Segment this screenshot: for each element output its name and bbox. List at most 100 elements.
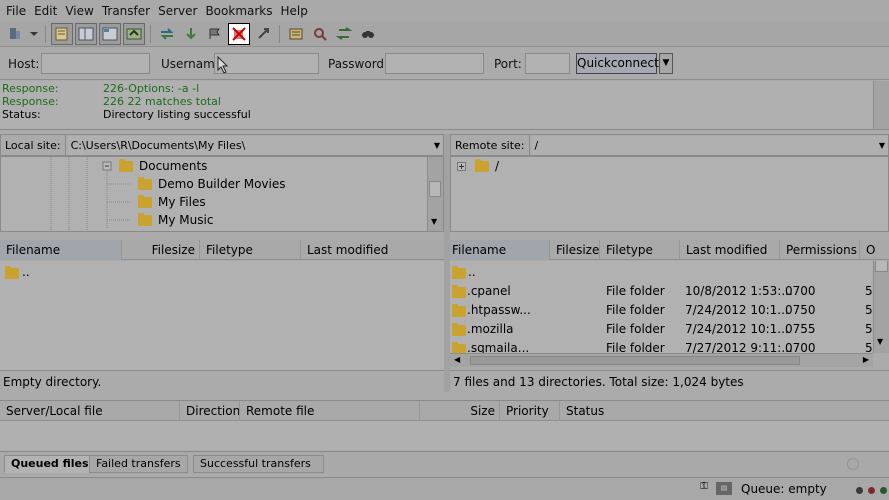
log-scrollbar[interactable] — [873, 81, 889, 129]
scroll-right-icon[interactable]: ▶ — [863, 355, 869, 364]
search-remote-icon[interactable] — [357, 23, 379, 45]
folder-icon — [138, 194, 152, 208]
tree-node-my-files[interactable]: My Files — [138, 193, 206, 211]
pane-splitter[interactable] — [444, 134, 450, 392]
disconnect-icon[interactable] — [228, 22, 250, 45]
table-row[interactable]: .. — [0, 263, 444, 282]
queue-status: Queue: empty — [741, 482, 827, 496]
menu-view[interactable]: View — [63, 4, 99, 18]
remote-list-scrollbar[interactable]: ▼ — [873, 261, 889, 353]
scrollbar-thumb[interactable] — [470, 356, 800, 365]
chevron-down-icon[interactable]: ▼ — [879, 141, 885, 150]
toggle-queue-icon[interactable] — [123, 22, 145, 45]
file-modified: 7/24/2012 10:1... — [685, 322, 789, 336]
column-last-modified[interactable]: Last modified — [301, 240, 444, 260]
scroll-down-icon[interactable]: ▼ — [877, 337, 883, 346]
column-permissions[interactable]: Permissions — [780, 240, 860, 260]
column-owner[interactable]: O — [860, 240, 889, 260]
toolbar-separator — [279, 24, 280, 43]
scrollbar-thumb[interactable] — [875, 261, 888, 272]
quickconnect-dropdown-icon[interactable]: ▼ — [659, 53, 673, 74]
file-modified: 7/27/2012 9:11:... — [685, 341, 793, 353]
folder-icon — [475, 158, 489, 172]
queue-tabs: Queued files Failed transfers Successful… — [0, 451, 889, 475]
tree-node-my-music[interactable]: My Music — [138, 211, 213, 229]
local-path-combo[interactable]: C:\Users\R\Documents\My Files\ ▼ — [67, 135, 443, 155]
column-last-modified[interactable]: Last modified — [680, 240, 780, 260]
file-permissions: 0700 — [785, 341, 816, 353]
remote-tree: / — [450, 156, 889, 232]
led-icon — [880, 487, 887, 494]
toggle-log-icon[interactable] — [51, 22, 73, 45]
menu-edit[interactable]: Edit — [32, 4, 63, 18]
remote-site-bar: Remote site: / ▼ — [450, 134, 889, 156]
process-queue-icon[interactable] — [180, 23, 202, 45]
reconnect-icon[interactable] — [252, 23, 274, 45]
column-filesize[interactable]: Filesize — [550, 240, 600, 260]
tree-node-documents[interactable]: Documents — [119, 157, 207, 175]
menu-transfer[interactable]: Transfer — [100, 4, 156, 18]
column-remote-file[interactable]: Remote file — [240, 401, 420, 421]
cancel-icon[interactable] — [204, 23, 226, 45]
quickconnect-button[interactable]: Quickconnect — [576, 53, 659, 74]
scroll-left-icon[interactable]: ◀ — [454, 355, 460, 364]
column-filesize[interactable]: Filesize — [122, 240, 200, 260]
toolbar-separator — [150, 24, 151, 43]
table-row[interactable]: .. — [450, 263, 872, 282]
port-input[interactable] — [525, 53, 570, 74]
folder-icon — [452, 342, 466, 353]
tree-node-label: My Files — [158, 195, 206, 209]
expand-icon[interactable] — [457, 162, 467, 172]
toggle-local-tree-icon[interactable] — [75, 22, 97, 45]
password-label: Password: — [328, 57, 389, 71]
remote-horizontal-scrollbar[interactable]: ◀ ▶ — [450, 353, 873, 367]
speed-limit-icon[interactable]: ▤ — [716, 482, 732, 495]
menu-server[interactable]: Server — [156, 4, 203, 18]
column-priority[interactable]: Priority — [500, 401, 560, 421]
scroll-down-icon[interactable]: ▼ — [431, 217, 437, 226]
remote-site-label: Remote site: — [451, 135, 530, 155]
tab-failed-transfers[interactable]: Failed transfers — [89, 455, 188, 473]
filezilla-window: File Edit View Transfer Server Bookmarks… — [0, 0, 889, 500]
table-row[interactable]: .mozilla File folder 7/24/2012 10:1... 0… — [450, 320, 873, 339]
column-filetype[interactable]: Filetype — [200, 240, 301, 260]
compare-directories-icon[interactable] — [309, 23, 331, 45]
chevron-down-icon[interactable]: ▼ — [434, 141, 440, 150]
local-tree-scrollbar[interactable]: ▼ — [427, 157, 443, 231]
column-status[interactable]: Status — [560, 401, 889, 421]
site-manager-icon[interactable] — [4, 23, 26, 45]
username-input[interactable] — [214, 53, 319, 74]
column-filename[interactable]: Filename — [0, 240, 122, 260]
password-input[interactable] — [385, 53, 484, 74]
menu-bookmarks[interactable]: Bookmarks — [203, 4, 278, 18]
sync-browsing-icon[interactable] — [333, 23, 355, 45]
log-text: Directory listing successful — [103, 108, 251, 121]
tree-node-label: My Music — [158, 213, 214, 227]
host-input[interactable] — [41, 53, 150, 74]
toggle-remote-tree-icon[interactable] — [99, 22, 121, 45]
dropdown-arrow-icon[interactable] — [28, 23, 40, 45]
column-direction[interactable]: Direction — [180, 401, 240, 421]
scrollbar-thumb[interactable] — [429, 181, 441, 197]
refresh-icon[interactable] — [156, 23, 178, 45]
table-row[interactable]: .cpanel File folder 10/8/2012 1:53:... 0… — [450, 282, 873, 301]
menu-help[interactable]: Help — [279, 4, 314, 18]
folder-icon — [138, 176, 152, 190]
table-row[interactable]: .htpassw... File folder 7/24/2012 10:1..… — [450, 301, 873, 320]
directory-listing-filters-icon[interactable] — [285, 23, 307, 45]
file-name: .htpassw... — [467, 303, 531, 317]
column-filetype[interactable]: Filetype — [600, 240, 680, 260]
column-server-local-file[interactable]: Server/Local file — [0, 401, 180, 421]
tree-node-root[interactable]: / — [475, 157, 499, 175]
column-filename[interactable]: Filename — [450, 240, 550, 260]
log-text: 226 22 matches total — [103, 95, 221, 108]
tab-queued-files[interactable]: Queued files — [4, 455, 96, 473]
status-bar: ⚿ ▤ Queue: empty — [0, 477, 889, 500]
column-size[interactable]: Size — [420, 401, 500, 421]
tree-node-demo-builder-movies[interactable]: Demo Builder Movies — [138, 175, 286, 193]
menu-file[interactable]: File — [4, 4, 32, 18]
tab-successful-transfers[interactable]: Successful transfers — [193, 455, 324, 473]
remote-path-combo[interactable]: / ▼ — [531, 135, 888, 155]
file-name: .. — [22, 265, 30, 279]
table-row[interactable]: .sqmaila... File folder 7/27/2012 9:11:.… — [450, 339, 873, 353]
